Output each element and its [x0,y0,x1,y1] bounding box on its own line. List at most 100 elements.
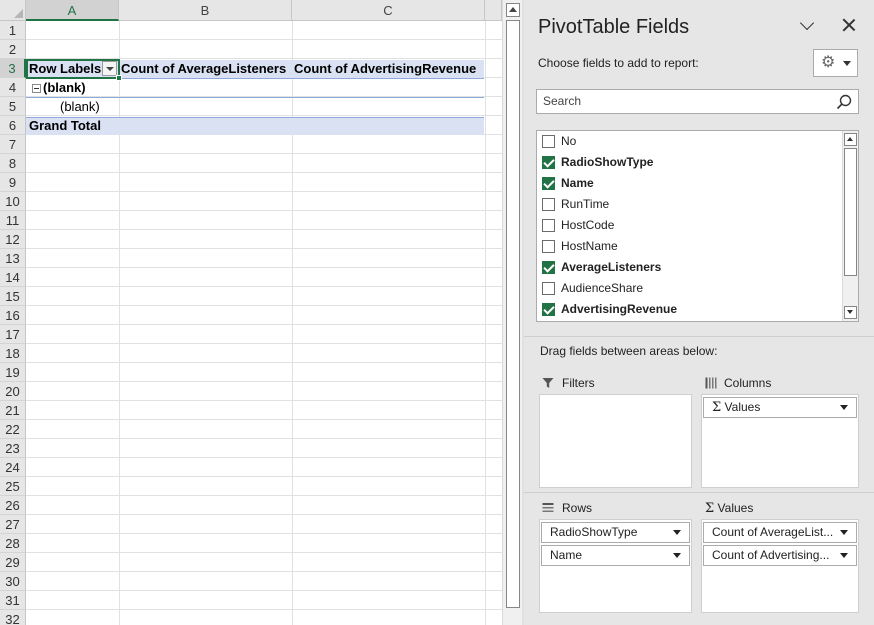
dropdown-caret-icon[interactable] [840,553,848,558]
field-item-averagelisteners[interactable]: AverageListeners [542,257,842,278]
row-header[interactable]: 13 [0,249,26,268]
column-header-b[interactable]: B [119,0,292,21]
field-list-scroll-down-icon[interactable] [844,306,857,319]
checkbox-unchecked-icon[interactable] [542,219,555,232]
row-header[interactable]: 8 [0,154,26,173]
row-gridline [26,172,502,173]
checkbox-checked-icon[interactable] [542,177,555,190]
column-gridline [292,21,293,625]
row-header[interactable]: 7 [0,135,26,154]
field-item-hostname[interactable]: HostName [542,236,842,257]
row-header[interactable]: 27 [0,515,26,534]
row-header[interactable]: 2 [0,40,26,59]
spreadsheet-grid[interactable]: A B C 1 2 3 4 5 6 7 8 9 10 11 12 13 14 15 16 17 18 19 20 21 2… [0,0,502,625]
close-pane-button[interactable] [837,14,861,38]
row-gridline [26,229,502,230]
row-header[interactable]: 25 [0,477,26,496]
row-header[interactable]: 29 [0,553,26,572]
field-item-advertisingrevenue[interactable]: AdvertisingRevenue [542,299,842,320]
row-gridline [26,343,502,344]
row-gridline [26,248,502,249]
field-item-hostcode[interactable]: HostCode [542,215,842,236]
row-header[interactable]: 23 [0,439,26,458]
row-gridline [26,495,502,496]
select-all-corner[interactable] [0,0,26,21]
column-header-d[interactable] [485,0,502,21]
row-header[interactable]: 10 [0,192,26,211]
sigma-icon: Σ [705,501,715,516]
columns-values-field[interactable]: Σ Values [703,397,857,418]
filters-drop-area[interactable] [539,394,692,488]
row-header[interactable]: 6 [0,116,26,135]
row-header[interactable]: 9 [0,173,26,192]
row-header[interactable]: 12 [0,230,26,249]
vertical-scrollbar[interactable] [502,0,522,625]
collapse-minus-icon[interactable] [32,84,41,93]
row-header[interactable]: 26 [0,496,26,515]
row-header[interactable]: 11 [0,211,26,230]
scroll-up-arrow-icon[interactable] [506,3,520,17]
rows-field-name[interactable]: Name [541,545,690,566]
select-all-triangle-icon [14,9,23,18]
dropdown-caret-icon[interactable] [673,553,681,558]
row-gridline [26,400,502,401]
rows-field-name-label: Name [550,548,583,562]
values-field-count-advertising-revenue[interactable]: Count of Advertising... [703,545,857,566]
row-header[interactable]: 17 [0,325,26,344]
field-item-no[interactable]: No [542,131,842,152]
tools-settings-button[interactable]: ⚙ [813,49,858,77]
field-search-input[interactable]: Search [536,89,859,114]
row-header[interactable]: 20 [0,382,26,401]
row-gridline [26,571,502,572]
dropdown-caret-icon[interactable] [840,405,848,410]
field-item-name[interactable]: Name [542,173,842,194]
row-header[interactable]: 28 [0,534,26,553]
field-list-scrollbar[interactable] [842,131,858,321]
row-header[interactable]: 22 [0,420,26,439]
row-header[interactable]: 15 [0,287,26,306]
checkbox-unchecked-icon[interactable] [542,198,555,211]
count-advertising-revenue-header[interactable]: Count of AdvertisingRevenue [294,60,484,78]
column-header-a[interactable]: A [26,0,119,21]
checkbox-checked-icon[interactable] [542,261,555,274]
row-header[interactable]: 32 [0,610,26,625]
row-header[interactable]: 21 [0,401,26,420]
field-item-runtime[interactable]: RunTime [542,194,842,215]
values-field-count-average-listeners[interactable]: Count of AverageList... [703,522,857,543]
checkbox-unchecked-icon[interactable] [542,135,555,148]
row-header[interactable]: 18 [0,344,26,363]
rows-field-radioshowtype[interactable]: RadioShowType [541,522,690,543]
field-list-scroll-thumb[interactable] [844,148,857,276]
count-average-listeners-header[interactable]: Count of AverageListeners [121,60,291,78]
caret-down-icon [843,61,851,66]
field-list-scroll-up-icon[interactable] [844,133,857,146]
row-header[interactable]: 19 [0,363,26,382]
row-gridline [26,210,502,211]
column-header-c[interactable]: C [292,0,485,21]
scrollbar-thumb[interactable] [506,20,520,608]
row-gridline [26,419,502,420]
row-header[interactable]: 5 [0,97,26,116]
checkbox-checked-icon[interactable] [542,156,555,169]
search-icon[interactable] [836,94,852,110]
checkbox-unchecked-icon[interactable] [542,282,555,295]
row-header[interactable]: 16 [0,306,26,325]
pivot-group-blank[interactable]: (blank) [43,79,113,97]
field-item-audienceshare[interactable]: AudienceShare [542,278,842,299]
row-header[interactable]: 24 [0,458,26,477]
row-header[interactable]: 30 [0,572,26,591]
pane-options-button[interactable] [796,14,820,38]
dropdown-caret-icon[interactable] [673,530,681,535]
row-header[interactable]: 3 [0,59,26,78]
row-header[interactable]: 14 [0,268,26,287]
row-header[interactable]: 1 [0,21,26,40]
field-list: No RadioShowType Name RunTime HostCode HostNa… [536,130,859,322]
checkbox-unchecked-icon[interactable] [542,240,555,253]
row-header[interactable]: 31 [0,591,26,610]
grand-total-label[interactable]: Grand Total [29,117,117,135]
pivot-item-blank[interactable]: (blank) [60,98,118,116]
dropdown-caret-icon[interactable] [840,530,848,535]
row-header[interactable]: 4 [0,78,26,97]
field-item-radioshowtype[interactable]: RadioShowType [542,152,842,173]
checkbox-checked-icon[interactable] [542,303,555,316]
